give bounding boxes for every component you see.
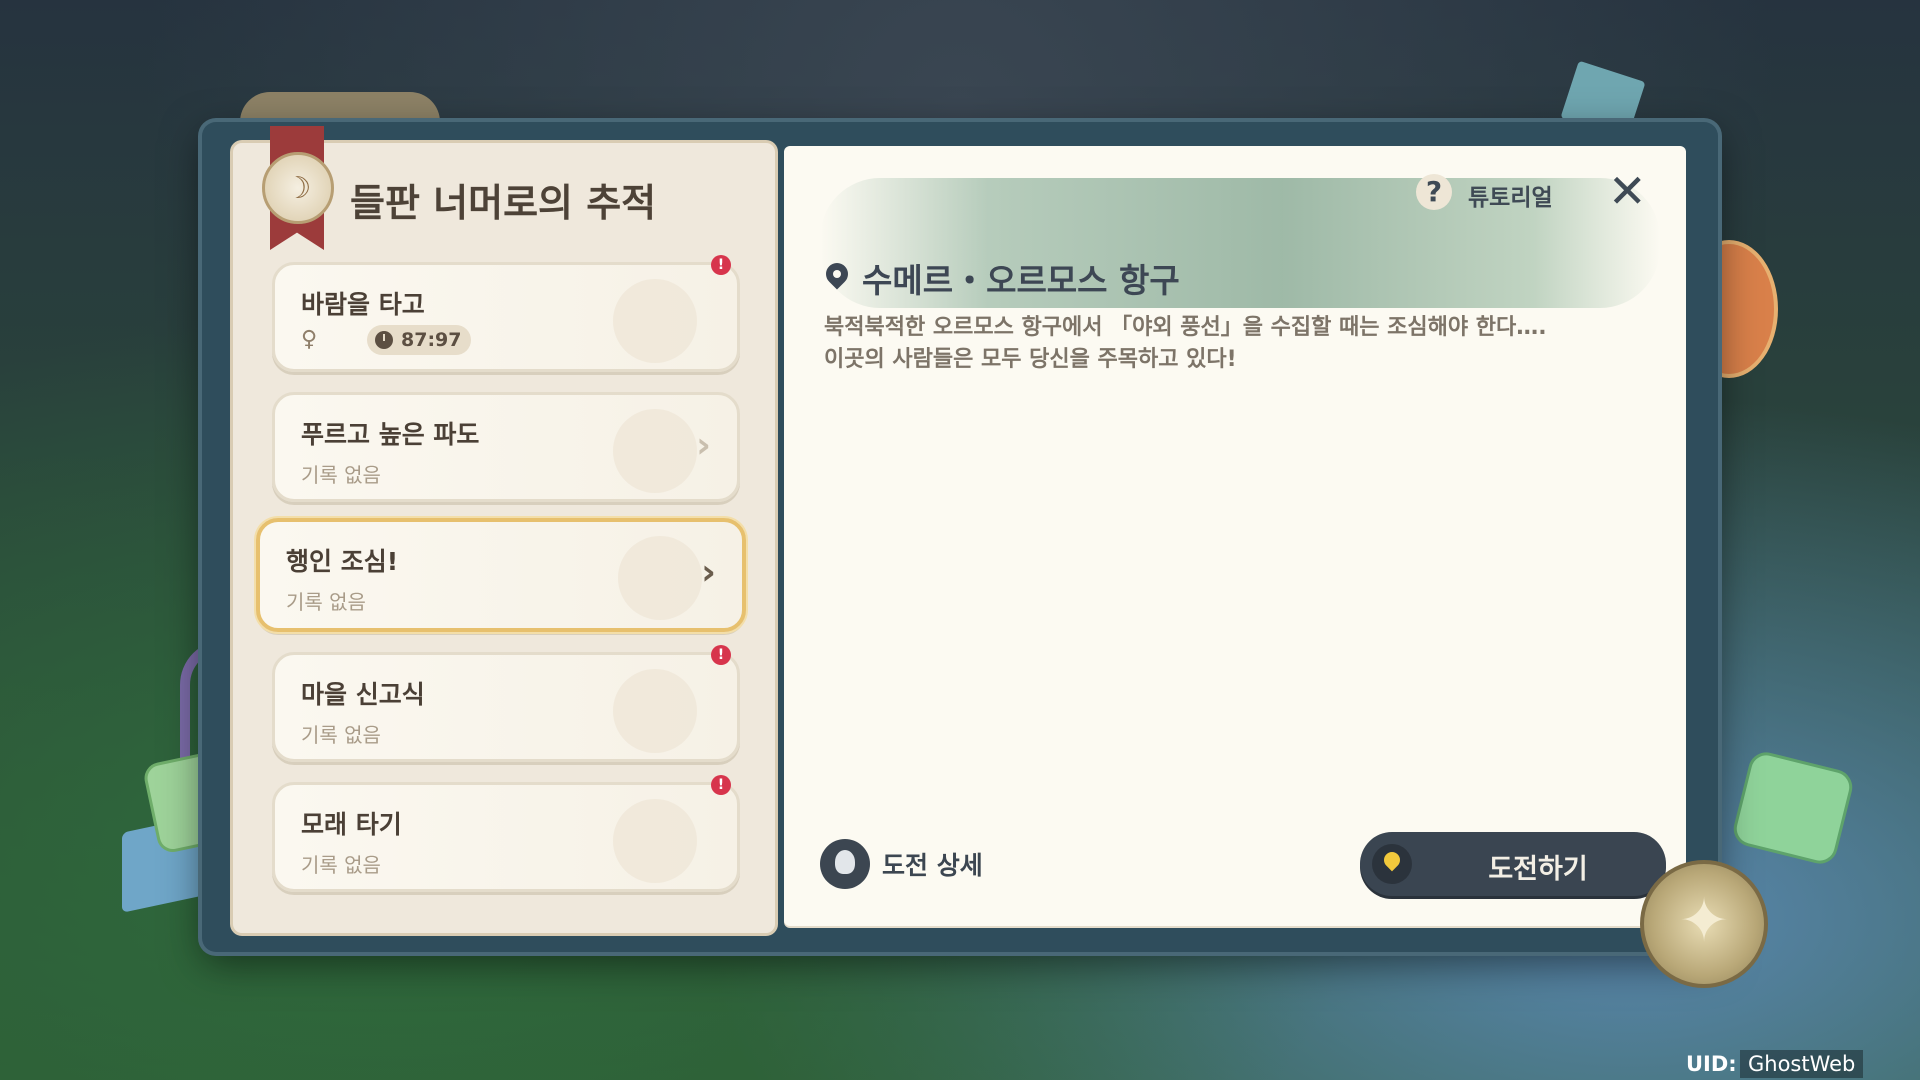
best-time-badge: 87:97 [367, 325, 472, 355]
uid-label: UID: [1686, 1052, 1737, 1076]
decor-pillow-right [1729, 748, 1857, 868]
description-line: 북적북적한 오르모스 항구에서 「야외 풍선」을 수집할 때는 조심해야 한다…… [824, 315, 1547, 340]
balloon-icon [613, 279, 697, 363]
start-challenge-button[interactable]: 도전하기 [1360, 832, 1666, 896]
item-record: 기록 없음 [301, 723, 381, 747]
item-title: 바람을 타고 [301, 290, 425, 319]
decor-star-badge: ✦ [1640, 860, 1768, 988]
start-challenge-label: 도전하기 [1488, 854, 1588, 885]
balloon-icon [613, 799, 697, 883]
item-record: 기록 없음 [301, 463, 381, 487]
location-title: 수메르・오르모스 항구 [862, 261, 1180, 300]
medal-icon [820, 839, 870, 889]
challenge-details-button[interactable]: 도전 상세 [820, 838, 983, 890]
challenge-item-watch-pedestrians[interactable]: 행인 조심! 기록 없음 › [256, 518, 746, 632]
best-time: 87:97 [401, 329, 462, 351]
balloon-icon [613, 409, 697, 493]
balloon-icon [613, 669, 697, 753]
item-title: 마을 신고식 [301, 680, 425, 709]
challenge-details-label: 도전 상세 [882, 851, 983, 880]
item-record: 기록 없음 [301, 853, 381, 877]
star-icon: ✦ [1678, 886, 1730, 956]
chevron-right-icon: › [701, 552, 716, 593]
challenge-item-riding-wind[interactable]: 바람을 타고 ♀ 87:97 ! [272, 255, 740, 372]
help-icon[interactable]: ? [1416, 174, 1452, 210]
panel-title: 들판 너머로의 추적 [350, 181, 657, 225]
clock-icon [375, 331, 393, 349]
event-emblem-icon: ☽ [262, 152, 334, 224]
description-line: 이곳의 사람들은 모두 당신을 주목하고 있다! [824, 347, 1237, 372]
alert-icon: ! [711, 775, 731, 795]
challenge-description: 북적북적한 오르모스 항구에서 「야외 풍선」을 수집할 때는 조심해야 한다…… [824, 312, 1664, 376]
item-title: 모래 타기 [301, 810, 402, 839]
chevron-right-icon: › [696, 425, 711, 466]
uid-value: GhostWeb [1740, 1050, 1864, 1078]
challenge-item-blue-waves[interactable]: 푸르고 높은 파도 기록 없음 › [272, 392, 740, 502]
alert-icon: ! [711, 645, 731, 665]
close-icon[interactable]: ✕ [1608, 168, 1647, 214]
item-record: 기록 없음 [286, 590, 366, 614]
runner-icon: ♀ [301, 327, 318, 352]
item-title: 행인 조심! [286, 547, 399, 576]
tutorial-button[interactable]: 튜토리얼 [1468, 178, 1553, 212]
item-title: 푸르고 높은 파도 [301, 420, 480, 449]
balloon-icon [618, 536, 702, 620]
alert-icon: ! [711, 255, 731, 275]
challenge-item-village-initiation[interactable]: 마을 신고식 기록 없음 ! [272, 645, 740, 762]
challenge-item-sand-riding[interactable]: 모래 타기 기록 없음 ! [272, 775, 740, 892]
